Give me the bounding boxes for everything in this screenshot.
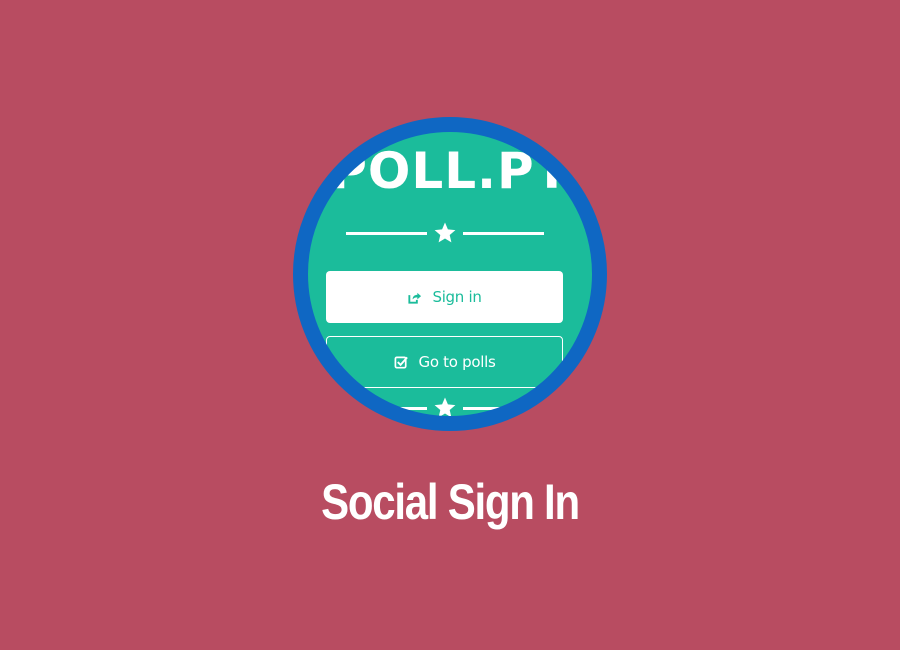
divider-line — [463, 232, 544, 235]
app-preview: POLL.PT Sign in Go to polls — [308, 132, 592, 416]
divider-line — [346, 407, 427, 410]
star-icon — [434, 222, 456, 243]
sign-in-label: Sign in — [432, 288, 482, 306]
divider-line — [463, 407, 544, 410]
divider-line — [346, 232, 427, 235]
feature-badge: POLL.PT Sign in Go to polls — [293, 117, 607, 431]
sign-in-button[interactable]: Sign in — [326, 271, 563, 323]
app-logo: POLL.PT — [330, 142, 570, 200]
check-square-icon — [394, 356, 408, 368]
star-divider — [346, 221, 544, 245]
star-icon — [434, 397, 456, 416]
star-divider — [346, 396, 544, 416]
share-square-icon — [408, 292, 422, 304]
go-to-polls-button[interactable]: Go to polls — [326, 336, 563, 388]
feature-title: Social Sign In — [321, 474, 580, 530]
go-to-polls-label: Go to polls — [418, 353, 496, 371]
